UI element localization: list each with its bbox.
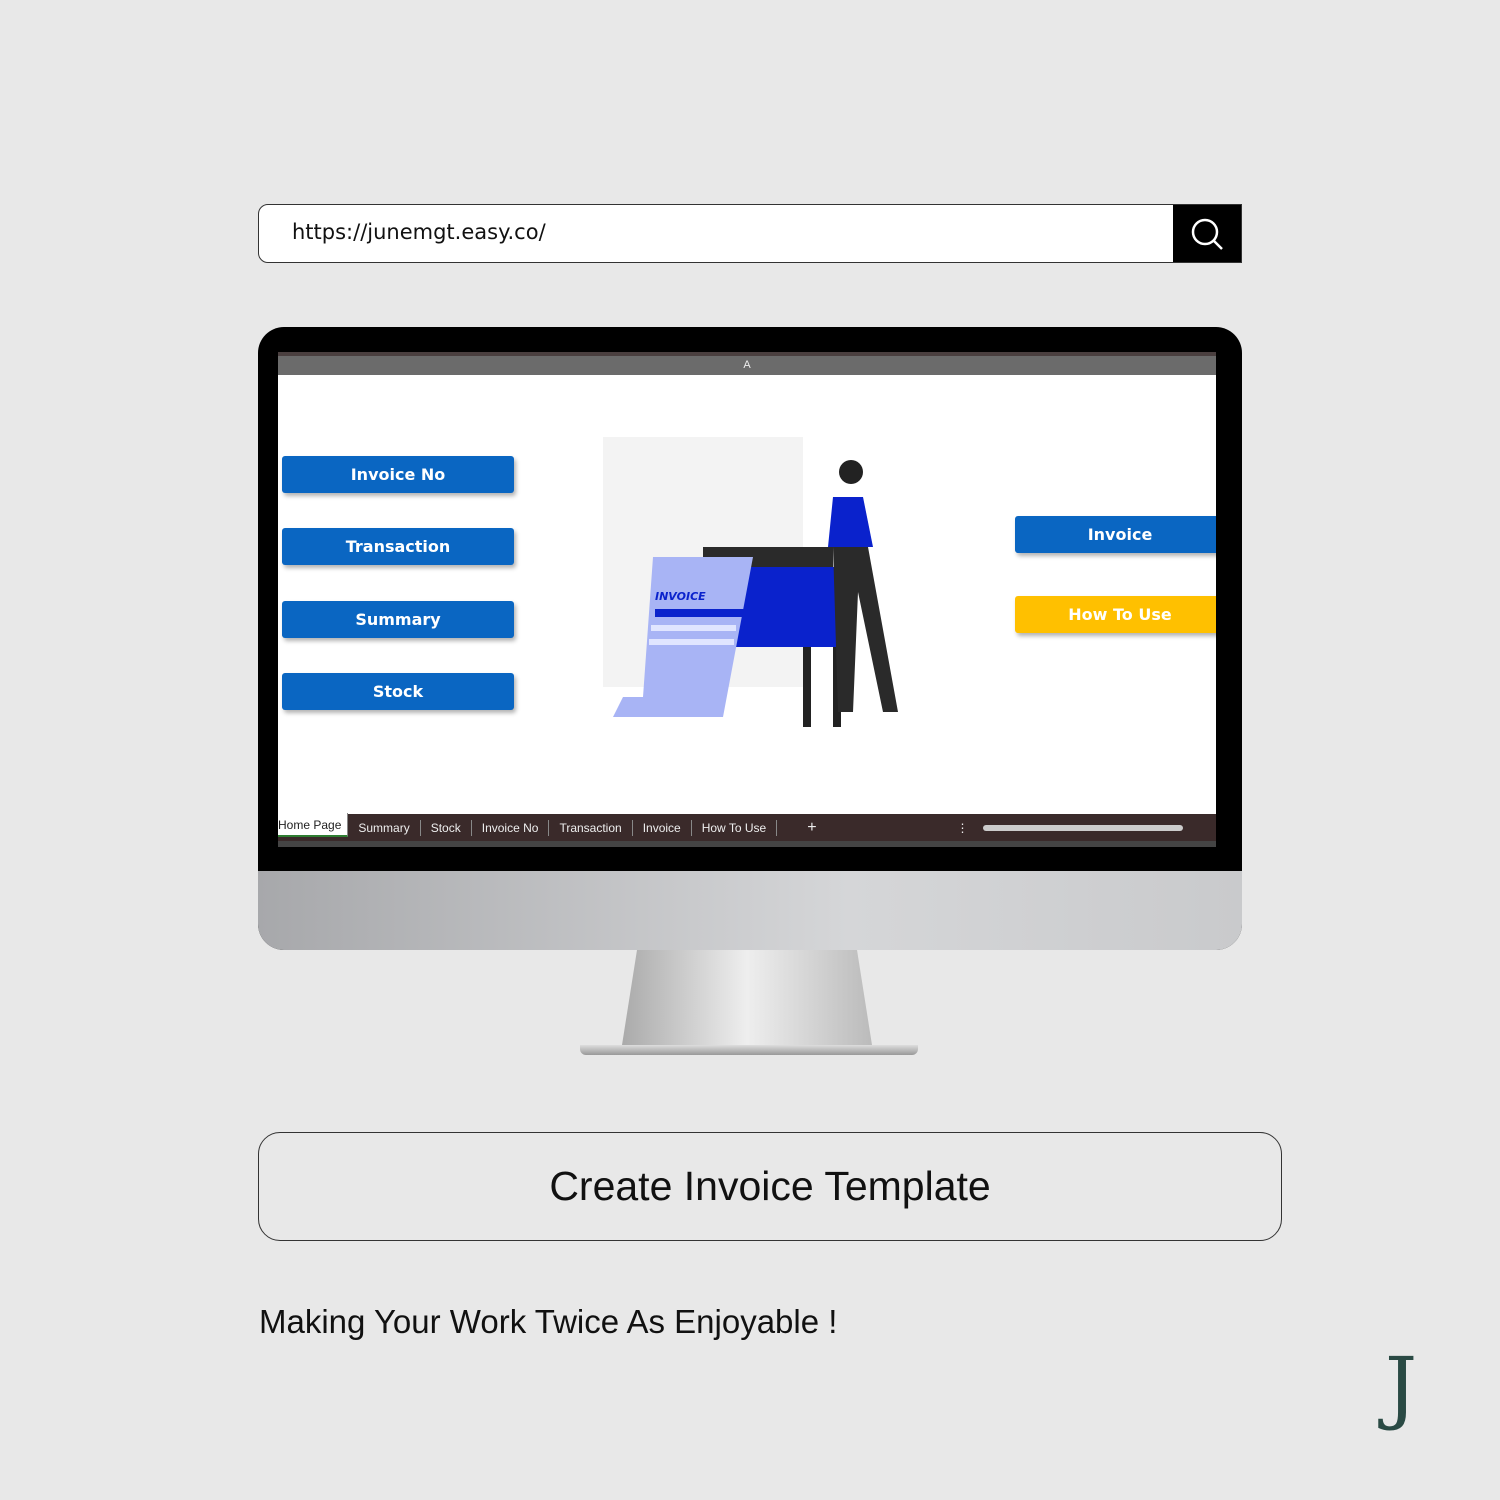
sheet-tabs: Home Page Summary Stock Invoice No Trans…: [278, 812, 1216, 847]
transaction-button[interactable]: Transaction: [282, 528, 514, 565]
tab-stock[interactable]: Stock: [421, 819, 472, 836]
illustration-label: INVOICE: [655, 590, 706, 603]
column-header: A: [278, 352, 1216, 375]
monitor-chin: [258, 871, 1242, 950]
tab-summary[interactable]: Summary: [348, 819, 421, 836]
tab-transaction[interactable]: Transaction: [549, 819, 633, 836]
tab-how-to-use[interactable]: How To Use: [692, 819, 778, 836]
how-to-use-button[interactable]: How To Use: [1015, 596, 1216, 633]
add-sheet-button[interactable]: +: [807, 819, 816, 837]
more-options-icon[interactable]: ⋮: [957, 821, 969, 835]
horizontal-scrollbar[interactable]: [982, 824, 1183, 831]
monitor-stand: [622, 950, 872, 1045]
monitor: A Invoice No Transaction Summary Stock I…: [258, 327, 1242, 950]
invoice-illustration: INVOICE: [603, 437, 898, 727]
stock-button[interactable]: Stock: [282, 673, 514, 710]
tab-invoice-no[interactable]: Invoice No: [472, 819, 550, 836]
search-button[interactable]: [1173, 205, 1241, 262]
brand-logo: J: [1385, 1340, 1418, 1433]
url-text[interactable]: https://junemgt.easy.co/: [292, 220, 546, 244]
tagline: Making Your Work Twice As Enjoyable !: [259, 1303, 838, 1340]
invoice-button[interactable]: Invoice: [1015, 516, 1216, 553]
address-bar[interactable]: https://junemgt.easy.co/: [258, 204, 1242, 263]
monitor-base: [580, 1045, 918, 1055]
invoice-no-button[interactable]: Invoice No: [282, 456, 514, 493]
summary-button[interactable]: Summary: [282, 601, 514, 638]
search-icon: [1191, 218, 1223, 250]
create-invoice-template-button[interactable]: Create Invoice Template: [258, 1132, 1282, 1241]
tab-invoice[interactable]: Invoice: [633, 819, 692, 836]
spreadsheet-screen: A Invoice No Transaction Summary Stock I…: [278, 352, 1216, 847]
tab-home-page[interactable]: Home Page: [278, 812, 349, 837]
